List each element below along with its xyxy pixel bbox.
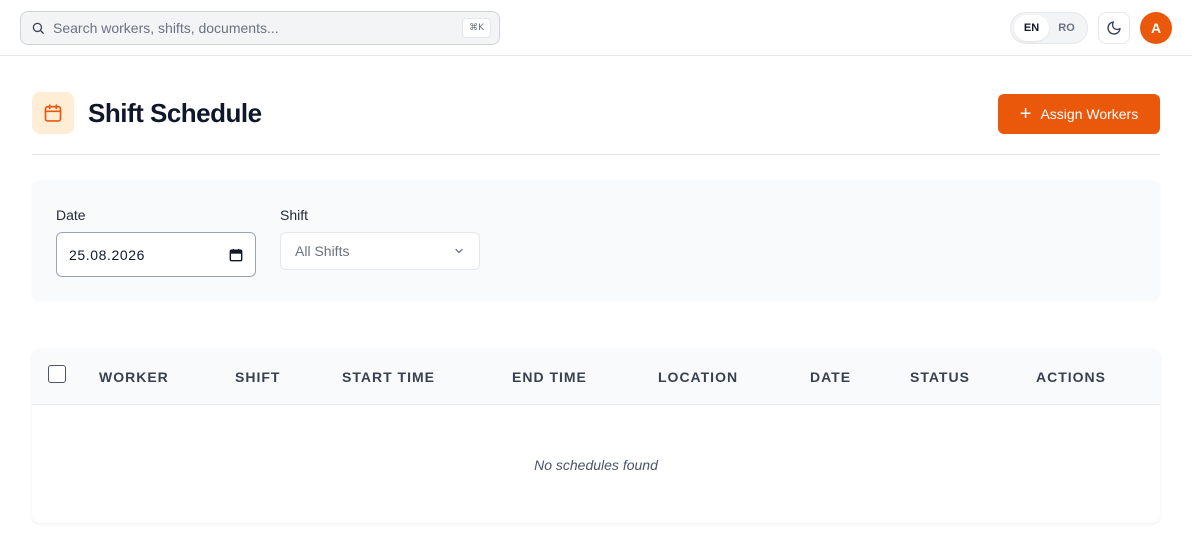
- plus-icon: +: [1019, 103, 1032, 125]
- assign-workers-button[interactable]: + Assign Workers: [998, 94, 1160, 134]
- search-bar[interactable]: ⌘K: [20, 11, 500, 45]
- shift-filter-value: All Shifts: [295, 243, 350, 259]
- date-filter-input[interactable]: 25.08.2026: [56, 232, 256, 277]
- filters-panel: Date 25.08.2026 Shift All Shifts: [32, 180, 1160, 300]
- search-shortcut-badge: ⌘K: [462, 18, 491, 38]
- shift-filter-select[interactable]: All Shifts: [280, 232, 480, 270]
- user-avatar[interactable]: A: [1140, 12, 1172, 44]
- shift-filter-label: Shift: [280, 207, 309, 223]
- page-title-icon-wrapper: [32, 92, 74, 134]
- schedules-table: WORKER SHIFT START TIME END TIME LOCATIO…: [32, 349, 1160, 523]
- moon-icon: [1107, 21, 1121, 35]
- column-header-end-time[interactable]: END TIME: [512, 369, 587, 385]
- calendar-icon: [44, 104, 62, 122]
- column-header-worker[interactable]: WORKER: [99, 369, 169, 385]
- search-input[interactable]: [53, 12, 463, 44]
- column-header-start-time[interactable]: START TIME: [342, 369, 435, 385]
- theme-toggle-button[interactable]: [1098, 12, 1130, 44]
- top-bar: ⌘K EN RO A: [0, 0, 1192, 56]
- date-filter-label: Date: [56, 207, 86, 223]
- column-header-shift[interactable]: SHIFT: [235, 369, 280, 385]
- column-header-location[interactable]: LOCATION: [658, 369, 738, 385]
- table-header: WORKER SHIFT START TIME END TIME LOCATIO…: [32, 349, 1160, 405]
- chevron-down-icon: [455, 248, 463, 254]
- select-all-checkbox[interactable]: [48, 365, 66, 383]
- language-toggle[interactable]: EN RO: [1010, 12, 1088, 44]
- column-header-actions: ACTIONS: [1036, 369, 1106, 385]
- date-filter-value: 25.08.2026: [69, 246, 146, 263]
- search-icon: [32, 22, 44, 34]
- language-ro-button[interactable]: RO: [1049, 15, 1084, 41]
- header-divider: [32, 154, 1160, 155]
- calendar-picker-icon[interactable]: [229, 248, 243, 262]
- language-en-button[interactable]: EN: [1014, 15, 1049, 41]
- column-header-status[interactable]: STATUS: [910, 369, 970, 385]
- empty-state-message: No schedules found: [534, 457, 658, 473]
- page-title: Shift Schedule: [88, 98, 262, 128]
- assign-workers-label: Assign Workers: [1040, 106, 1139, 122]
- column-header-date[interactable]: DATE: [810, 369, 851, 385]
